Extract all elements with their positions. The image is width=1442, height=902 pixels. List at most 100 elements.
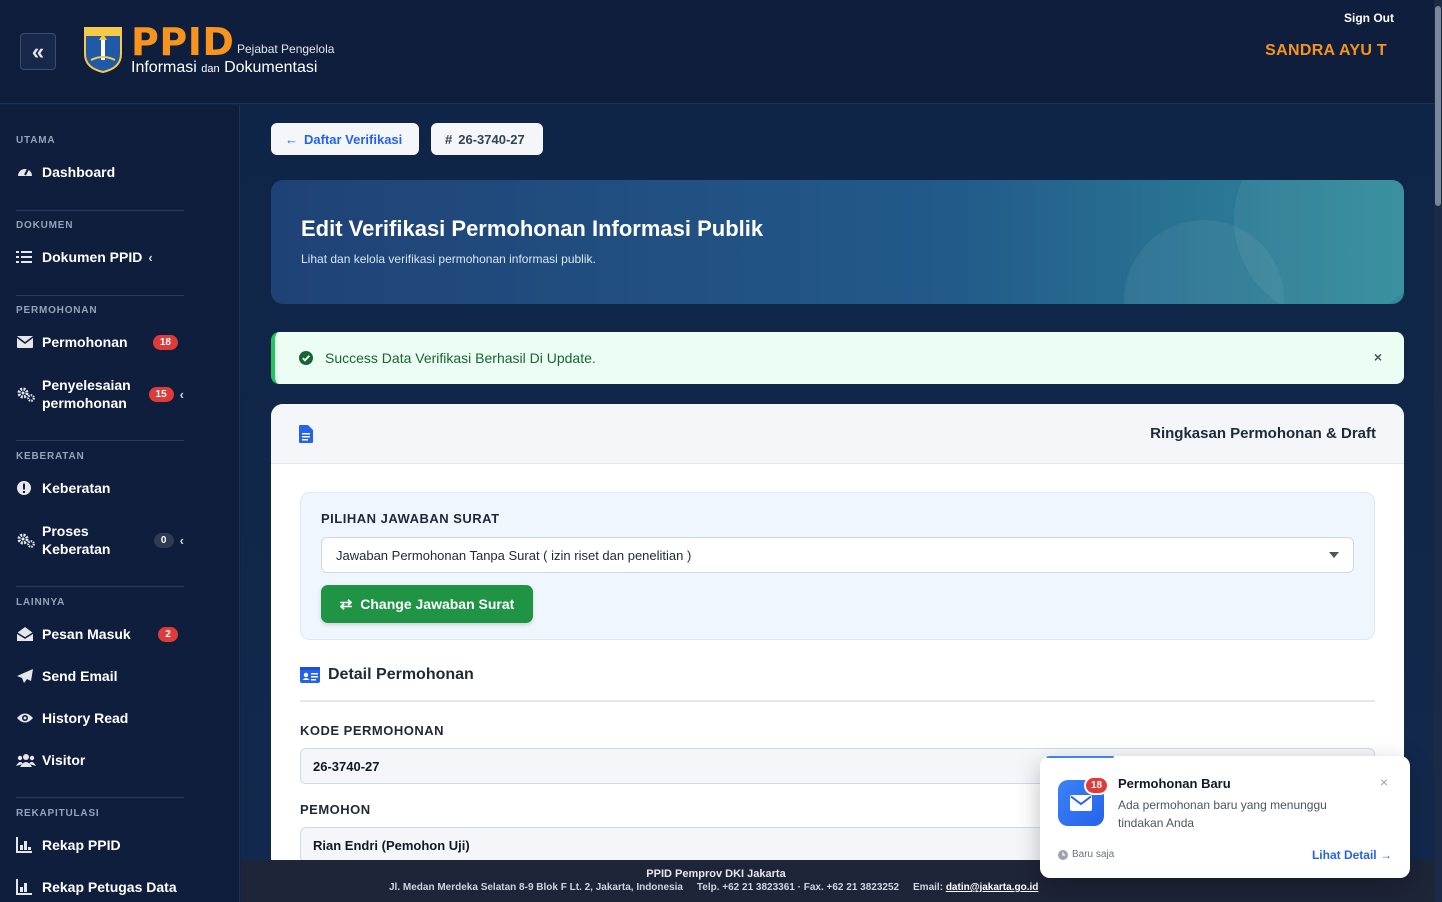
sidebar-item-label: Permohonan [42,334,128,350]
penyelesaian-count-badge: 15 [148,386,174,402]
sidebar-item-dashboard[interactable]: Dashboard [16,163,184,181]
change-reply-button[interactable]: ⇄ Change Jawaban Surat [321,585,533,623]
brand-title: PPID [131,20,235,64]
success-alert: Success Data Verifikasi Berhasil Di Upda… [271,332,1404,384]
sidebar-item-keberatan[interactable]: Keberatan [16,479,184,497]
list-icon [16,250,42,264]
close-icon[interactable]: × [1380,774,1388,790]
users-icon [16,753,42,767]
gears-icon [16,385,42,403]
document-icon [299,425,313,443]
envelope-icon [16,335,42,349]
sidebar-item-label: History Read [42,710,129,726]
chevron-left-icon: ‹ [179,532,184,548]
page-scrollbar[interactable] [1434,0,1442,902]
section-permohonan: PERMOHONAN [16,305,98,316]
permohonan-count-badge: 18 [152,334,178,350]
gears-icon [16,531,42,549]
main-content: ← Daftar Verifikasi # 26-3740-27 Edit Ve… [241,105,1434,864]
page-title: Edit Verifikasi Permohonan Informasi Pub… [301,216,764,241]
back-to-list-button[interactable]: ← Daftar Verifikasi [271,123,419,155]
section-lainnya: LAINNYA [16,597,66,608]
request-code-chip: # 26-3740-27 [431,123,543,155]
hash-icon: # [445,131,453,147]
reply-choice-label: PILIHAN JAWABAN SURAT [321,511,500,526]
collapse-sidebar-button[interactable]: « [20,33,56,70]
footer-contact: Jl. Medan Merdeka Selatan 8-9 Blok F Lt.… [389,882,1039,893]
sidebar-item-label: Rekap PPID [42,837,121,853]
check-circle-icon [299,351,313,365]
sidebar-item-label: Pesan Masuk [42,626,131,642]
brand-subtitle-1: Pejabat Pengelola [237,42,335,56]
divider [16,295,184,296]
sidebar-item-send-email[interactable]: Send Email [16,667,184,685]
top-header: « PPID Pejabat Pengelola Informasi dan D… [0,0,1434,104]
chevron-left-icon: ‹ [148,249,153,265]
close-icon[interactable]: × [1374,349,1382,365]
selected-option: Jawaban Permohonan Tanpa Surat ( izin ri… [336,547,692,563]
toast-count-badge: 18 [1084,776,1110,795]
scrollbar-thumb[interactable] [1435,6,1441,206]
envelope-open-icon [16,626,42,642]
request-code: 26-3740-27 [458,131,525,147]
kode-permohonan-label: KODE PERMOHONAN [300,723,445,738]
paper-plane-icon [16,668,42,684]
proses-count-badge: 0 [153,532,174,548]
section-dokumen: DOKUMEN [16,220,74,231]
reply-choice-select[interactable]: Jawaban Permohonan Tanpa Surat ( izin ri… [321,537,1354,573]
user-name[interactable]: SANDRA AYU T [1265,42,1387,60]
divider [300,700,1375,702]
sidebar-item-label: Send Email [42,668,118,684]
chart-icon [16,837,42,853]
sign-out-link[interactable]: Sign Out [1344,11,1394,25]
sidebar-item-pesan-masuk[interactable]: Pesan Masuk 2 [16,625,184,643]
sidebar-item-rekap-ppid[interactable]: Rekap PPID [16,836,184,854]
detail-section-title: Detail Permohonan [300,666,474,684]
sidebar-item-label: Keberatan [42,480,111,496]
double-chevron-left-icon: « [31,38,45,64]
exclamation-circle-icon [16,480,42,496]
divider [16,440,184,441]
dashboard-icon [16,163,42,181]
toast-message: Ada permohonan baru yang menunggu tindak… [1118,798,1327,830]
sidebar-item-label: Rekap Petugas Data [42,879,177,895]
sidebar-item-history-read[interactable]: History Read [16,709,184,727]
sidebar-item-dokumen-ppid[interactable]: Dokumen PPID ‹ [16,248,184,266]
sidebar-item-label: Proses Keberatan [42,523,111,557]
page-hero: Edit Verifikasi Permohonan Informasi Pub… [271,180,1404,304]
toast-progress [1046,756,1114,758]
swap-arrows-icon: ⇄ [339,596,353,613]
section-utama: UTAMA [16,135,56,146]
view-detail-link[interactable]: Lihat Detail → [1312,848,1392,862]
sidebar-item-rekap-petugas[interactable]: Rekap Petugas Data [16,878,184,896]
sidebar-item-proses-keberatan[interactable]: Proses Keberatan 0 ‹ [16,522,184,558]
footer-email-link[interactable]: datin@jakarta.go.id [946,882,1039,893]
alert-message: Success Data Verifikasi Berhasil Di Upda… [325,350,596,366]
id-card-icon [300,667,320,683]
sidebar-item-label: Dashboard [42,164,116,180]
change-reply-label: Change Jawaban Surat [360,596,515,612]
ppid-logo[interactable]: PPID Pejabat Pengelola Informasi dan Dok… [81,20,351,76]
divider [16,586,184,587]
sidebar-item-visitor[interactable]: Visitor [16,751,184,769]
eye-icon [16,711,42,725]
pesan-count-badge: 2 [158,626,178,642]
arrow-right-icon: → [1380,848,1392,862]
sidebar-item-label: Dokumen PPID [42,249,143,265]
clock-icon [1058,849,1068,860]
pemohon-label: PEMOHON [300,802,371,817]
jakarta-emblem-icon [84,27,122,74]
sidebar-item-permohonan[interactable]: Permohonan 18 [16,333,184,351]
brand-subtitle-2: Informasi dan Dokumentasi [131,59,318,76]
notification-toast[interactable]: 18 Permohonan Baru Ada permohonan baru y… [1040,756,1410,878]
section-rekapitulasi: REKAPITULASI [16,808,100,819]
page-subtitle: Lihat dan kelola verifikasi permohonan i… [301,252,596,266]
chevron-left-icon: ‹ [179,386,184,402]
section-keberatan: KEBERATAN [16,451,85,462]
sidebar-item-penyelesaian[interactable]: Penyelesaian permohonan 15 ‹ [16,376,184,412]
back-button-label: Daftar Verifikasi [304,131,403,147]
chart-icon [16,879,42,895]
sidebar-item-label: Visitor [42,752,86,768]
toast-title: Permohonan Baru [1118,776,1231,791]
arrow-left-icon: ← [285,131,298,147]
